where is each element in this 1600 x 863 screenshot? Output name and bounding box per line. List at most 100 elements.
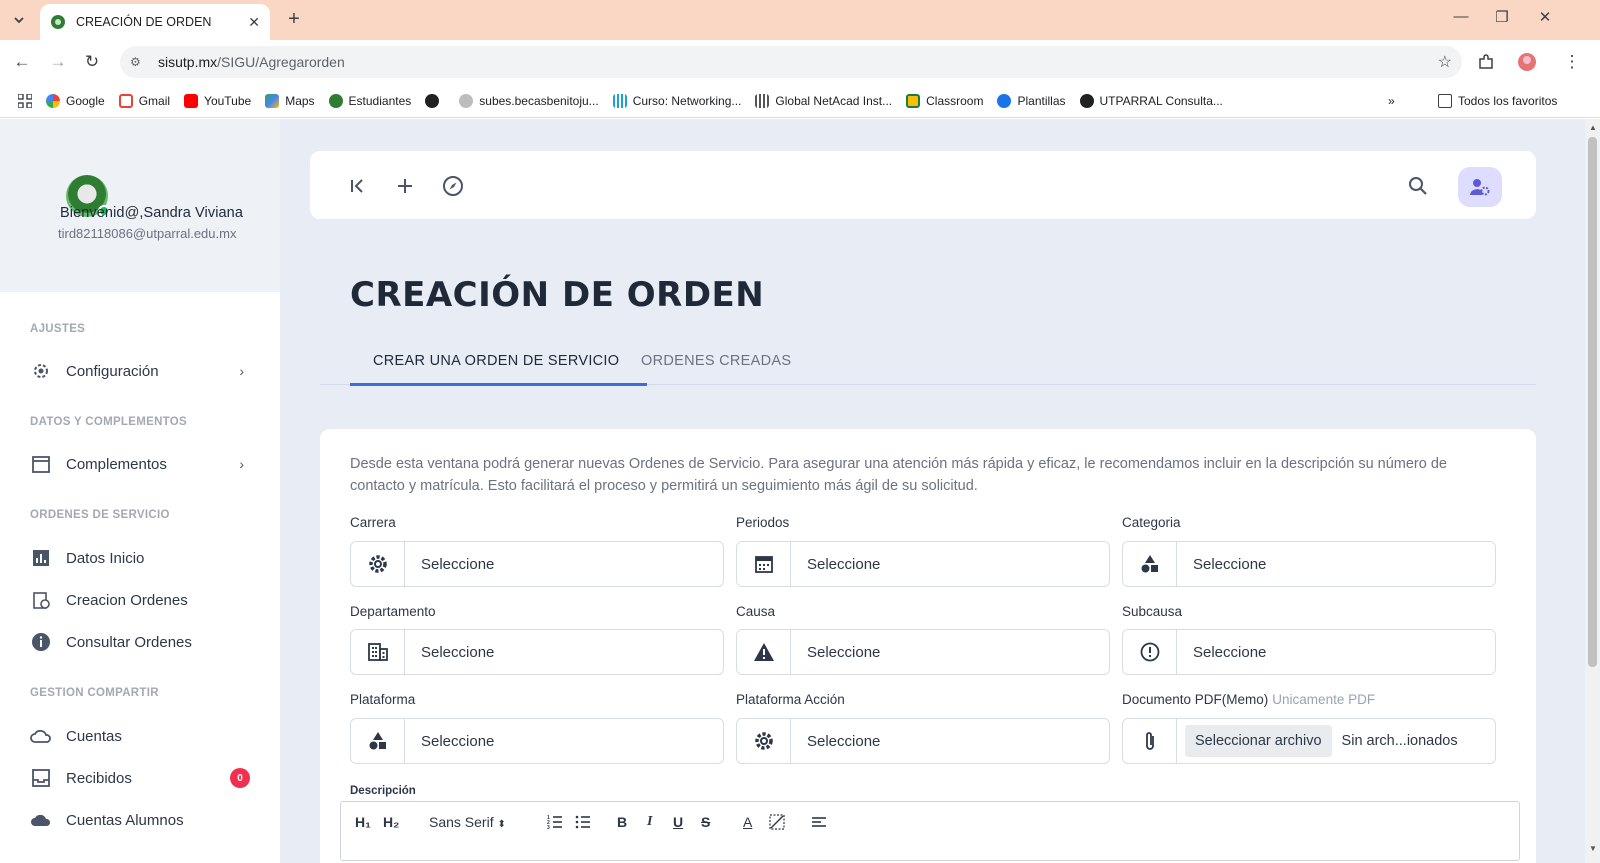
sidebar-item-datos-inicio[interactable]: Datos Inicio xyxy=(30,543,250,573)
bookmark-networking[interactable]: Curso: Networking... xyxy=(612,93,742,108)
description-editor[interactable]: H₁ H₂ Sans Serif ⬍ 123 B I U S A xyxy=(340,801,1520,861)
forward-button[interactable]: → xyxy=(46,50,70,74)
add-icon[interactable] xyxy=(392,173,418,199)
apps-icon[interactable] xyxy=(18,93,32,108)
new-tab-button[interactable]: + xyxy=(282,8,306,31)
bookmark-label: Curso: Networking... xyxy=(632,93,742,108)
page-scrollbar[interactable]: ▲ ▼ xyxy=(1585,119,1600,863)
chevron-right-icon: › xyxy=(239,363,244,379)
tab-crear-orden[interactable]: CREAR UNA ORDEN DE SERVICIO xyxy=(373,353,619,369)
label-causa: Causa xyxy=(736,604,776,619)
tab-bar: CREAR UNA ORDEN DE SERVICIO ORDENES CREA… xyxy=(320,343,1536,386)
bookmark-subes[interactable]: subes.becasbenitoju... xyxy=(459,93,599,108)
select-plataforma-accion[interactable]: Seleccione xyxy=(736,718,1110,764)
underline-button[interactable]: U xyxy=(673,814,683,830)
more-bookmarks-icon[interactable]: » xyxy=(1388,94,1395,108)
bookmark-estudiantes[interactable]: Estudiantes xyxy=(328,93,412,108)
strike-button[interactable]: S xyxy=(701,814,710,830)
user-email: tird82118086@utparral.edu.mx xyxy=(58,226,237,241)
gear-icon xyxy=(30,360,52,382)
bookmark-label: Estudiantes xyxy=(348,93,412,108)
select-departamento[interactable]: Seleccione xyxy=(350,629,724,675)
tab-search-button[interactable] xyxy=(6,8,32,32)
align-icon[interactable] xyxy=(811,814,827,833)
bookmark-netacad[interactable]: Global NetAcad Inst... xyxy=(755,93,892,108)
folder-icon xyxy=(1438,93,1452,108)
bookmark-classroom[interactable]: Classroom xyxy=(906,93,983,108)
select-causa[interactable]: Seleccione xyxy=(736,629,1110,675)
shapes-icon xyxy=(1123,542,1177,586)
browser-menu-icon[interactable]: ⋮ xyxy=(1560,50,1584,74)
subes-icon xyxy=(459,93,474,108)
sidebar-item-complementos[interactable]: Complementos › xyxy=(30,449,250,479)
sidebar-item-recibidos[interactable]: Recibidos 0 xyxy=(30,763,250,793)
collapse-sidebar-icon[interactable] xyxy=(344,173,370,199)
bookmark-maps[interactable]: Maps xyxy=(265,93,315,108)
bookmark-plantillas[interactable]: Plantillas xyxy=(997,93,1066,108)
user-settings-button[interactable] xyxy=(1458,167,1502,207)
select-value: Seleccione xyxy=(1193,643,1267,661)
compass-icon[interactable] xyxy=(440,173,466,199)
sidebar-item-cuentas-alumnos[interactable]: Cuentas Alumnos xyxy=(30,805,250,835)
all-bookmarks-folder[interactable]: Todos los favoritos xyxy=(1438,93,1558,108)
bold-button[interactable]: B xyxy=(617,814,627,830)
scroll-down-arrow-icon[interactable]: ▼ xyxy=(1589,844,1597,853)
bullet-list-icon[interactable] xyxy=(575,814,591,833)
select-plataforma[interactable]: Seleccione xyxy=(350,718,724,764)
gear-icon xyxy=(351,542,405,586)
search-icon[interactable] xyxy=(1405,173,1431,199)
file-input-documento[interactable]: Seleccionar archivo Sin arch...ionados xyxy=(1122,718,1496,764)
globe-icon xyxy=(1079,93,1094,108)
address-bar[interactable]: ⚙ sisutp.mx/SIGU/Agregarorden ☆ xyxy=(120,46,1462,78)
close-tab-icon[interactable]: ✕ xyxy=(248,14,260,31)
text-color-button[interactable]: A xyxy=(743,814,752,830)
font-family-select[interactable]: Sans Serif ⬍ xyxy=(429,814,506,830)
heading1-button[interactable]: H₁ xyxy=(355,814,371,830)
label-plataforma-accion: Plataforma Acción xyxy=(736,692,845,707)
tab-ordenes-creadas[interactable]: ORDENES CREADAS xyxy=(641,353,791,369)
bookmark-gmail[interactable]: Gmail xyxy=(118,93,170,108)
bookmark-youtube[interactable]: YouTube xyxy=(184,93,251,108)
sidebar-item-configuracion[interactable]: Configuración › xyxy=(30,356,250,386)
bookmark-utparral[interactable]: UTPARRAL Consulta... xyxy=(1079,93,1223,108)
italic-button[interactable]: I xyxy=(647,814,652,830)
browser-tab-active[interactable]: CREACIÓN DE ORDEN ✕ xyxy=(40,4,270,40)
sidebar-item-label: Configuración xyxy=(66,362,159,380)
ordered-list-icon[interactable]: 123 xyxy=(547,814,563,833)
all-bookmarks-label: Todos los favoritos xyxy=(1458,93,1558,108)
order-form-card: Desde esta ventana podrá generar nuevas … xyxy=(320,429,1536,863)
bookmark-label: Maps xyxy=(285,93,315,108)
site-info-icon[interactable]: ⚙ xyxy=(130,55,150,69)
select-periodos[interactable]: Seleccione xyxy=(736,541,1110,587)
reload-button[interactable]: ↻ xyxy=(80,50,104,74)
sidebar-item-consultar-ordenes[interactable]: Consultar Ordenes xyxy=(30,627,250,657)
scroll-up-arrow-icon[interactable]: ▲ xyxy=(1589,123,1597,132)
select-categoria[interactable]: Seleccione xyxy=(1122,541,1496,587)
sidebar-item-creacion-ordenes[interactable]: Creacion Ordenes xyxy=(30,585,250,615)
cloud-icon xyxy=(30,809,52,831)
estudiantes-icon xyxy=(328,93,343,108)
back-button[interactable]: ← xyxy=(10,50,34,74)
close-window-button[interactable]: ✕ xyxy=(1530,8,1560,26)
tab-title: CREACIÓN DE ORDEN xyxy=(76,15,212,29)
select-subcausa[interactable]: Seleccione xyxy=(1122,629,1496,675)
profile-avatar-icon[interactable] xyxy=(1515,50,1539,74)
clear-format-icon[interactable] xyxy=(769,814,785,833)
select-carrera[interactable]: Seleccione xyxy=(350,541,724,587)
maximize-button[interactable]: ❐ xyxy=(1487,8,1517,26)
bookmark-label: UTPARRAL Consulta... xyxy=(1099,93,1223,108)
globe-icon xyxy=(425,93,440,108)
minimize-button[interactable]: — xyxy=(1446,8,1476,25)
bookmark-label: Google xyxy=(66,93,105,108)
label-descripcion: Descripción xyxy=(350,785,416,797)
bookmark-google[interactable]: Google xyxy=(46,93,105,108)
section-title-ordenes: ORDENES DE SERVICIO xyxy=(30,509,170,521)
bookmark-star-icon[interactable]: ☆ xyxy=(1438,52,1452,72)
sidebar-item-cuentas[interactable]: Cuentas xyxy=(30,721,250,751)
scrollbar-thumb[interactable] xyxy=(1588,137,1597,667)
bookmark-globe[interactable] xyxy=(425,93,445,108)
choose-file-button[interactable]: Seleccionar archivo xyxy=(1185,725,1332,757)
heading2-button[interactable]: H₂ xyxy=(383,814,399,830)
extensions-icon[interactable] xyxy=(1474,50,1498,74)
label-plataforma: Plataforma xyxy=(350,692,416,707)
